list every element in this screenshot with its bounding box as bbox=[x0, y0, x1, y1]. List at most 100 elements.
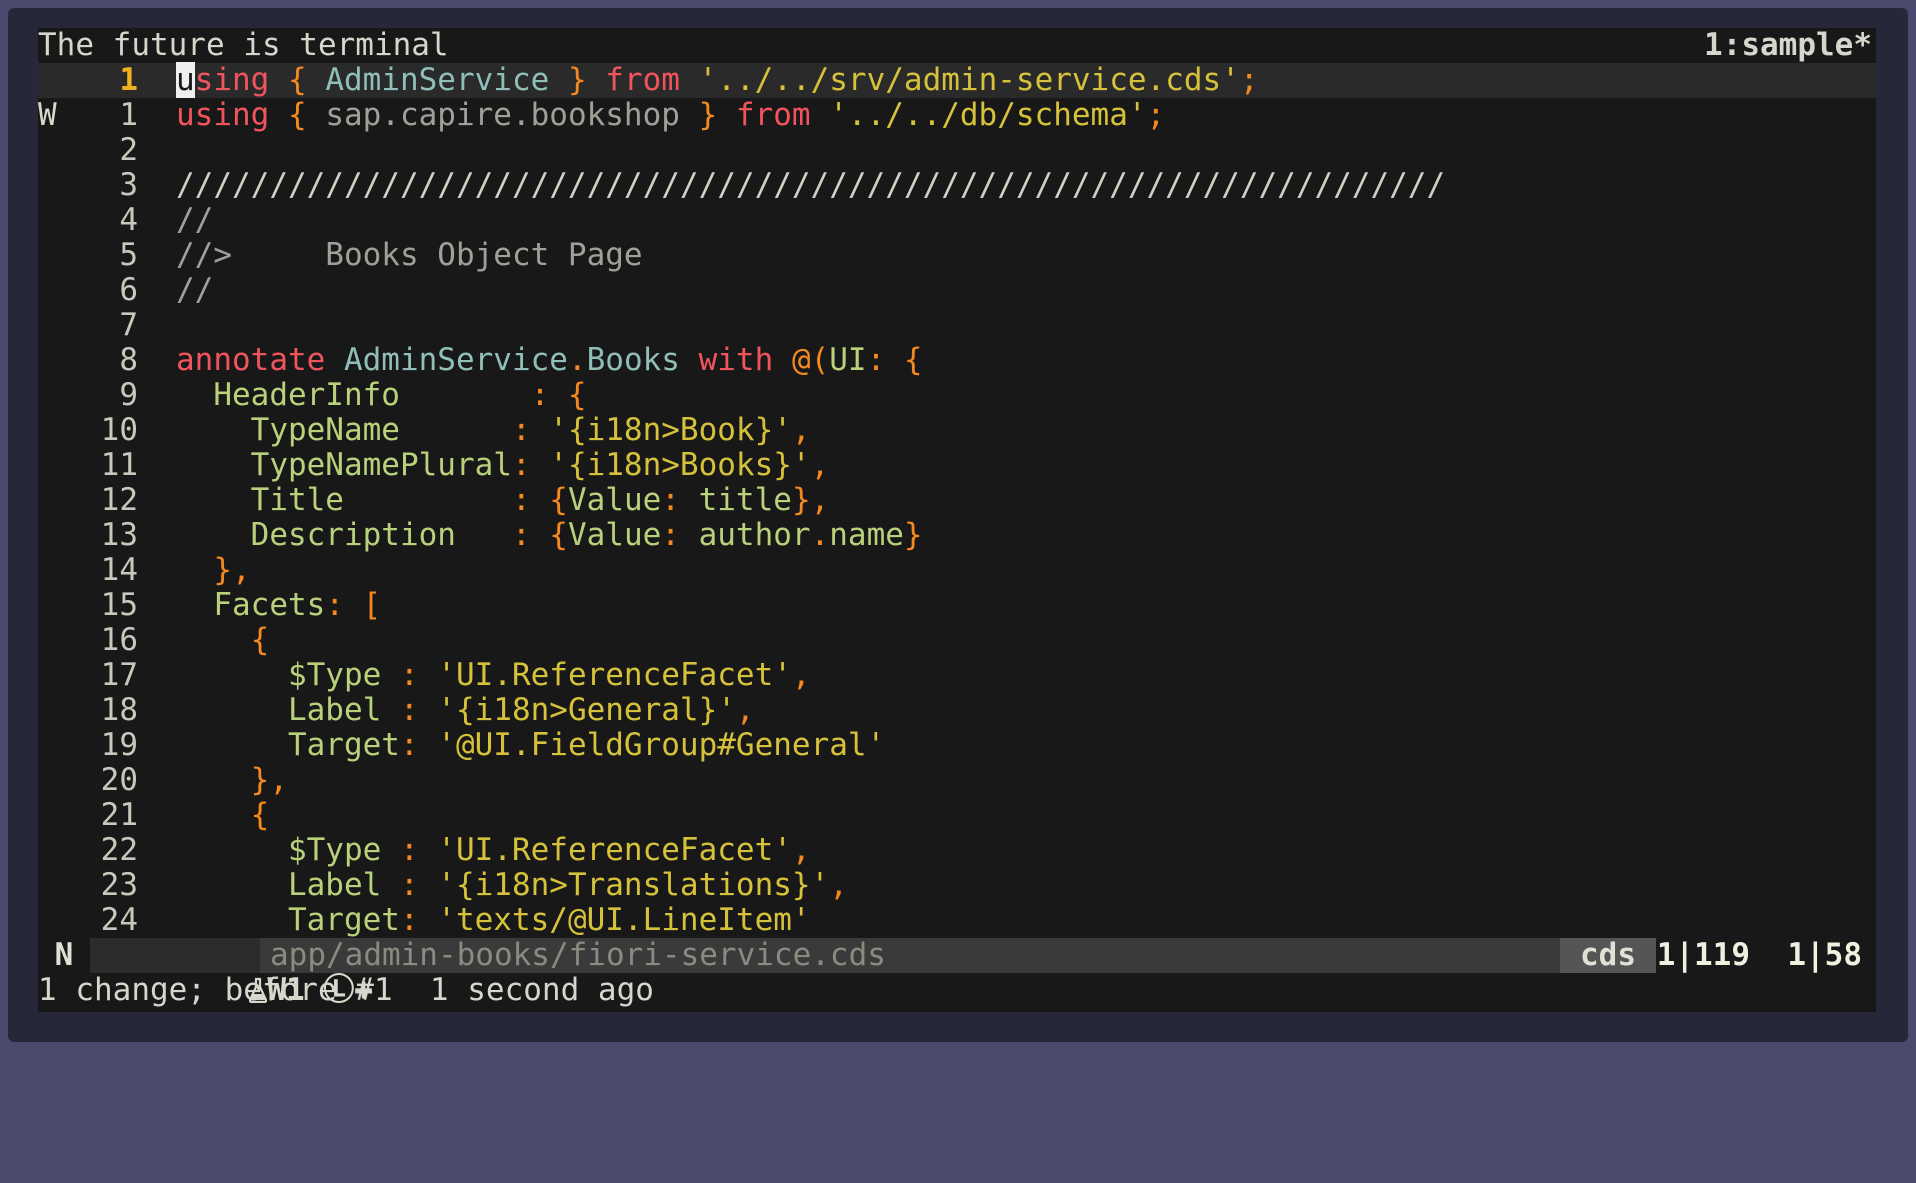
code-text: Facets: [ bbox=[176, 588, 381, 623]
code-text: ////////////////////////////////////////… bbox=[176, 168, 1445, 203]
code-line[interactable]: 3 ///////////////////////////////////////… bbox=[38, 168, 1876, 203]
code-token: . bbox=[810, 517, 830, 553]
line-number: 15 bbox=[100, 587, 138, 623]
line-number: 17 bbox=[100, 657, 138, 693]
code-line[interactable]: 6 // bbox=[38, 273, 1876, 308]
code-line[interactable]: 4 // bbox=[38, 203, 1876, 238]
code-line[interactable]: 8 annotate AdminService.Books with @(UI: … bbox=[38, 343, 1876, 378]
line-number: 12 bbox=[100, 482, 138, 518]
code-token: $Type bbox=[287, 657, 400, 693]
code-line[interactable]: 24 Target: 'texts/@UI.LineItem' bbox=[38, 903, 1876, 938]
code-token: name bbox=[829, 517, 904, 553]
code-token: '{i18n>Translations}' bbox=[437, 867, 830, 903]
code-text: Title : {Value: title}, bbox=[176, 482, 830, 518]
code-token: TypeNamePlural bbox=[250, 447, 512, 483]
code-token: sap.capire.bookshop bbox=[325, 97, 699, 133]
terminal-titlebar: The future is terminal 1:sample* bbox=[38, 28, 1876, 63]
code-token: Description bbox=[250, 517, 512, 553]
code-token: @( bbox=[791, 342, 830, 378]
code-token: ; bbox=[1146, 97, 1166, 133]
code-line[interactable]: 15 Facets: [ bbox=[38, 588, 1876, 623]
code-token: AdminService bbox=[343, 342, 568, 378]
code-line[interactable]: 21 { bbox=[38, 798, 1876, 833]
code-token: , bbox=[791, 412, 811, 448]
code-token: '@UI.FieldGroup#General' bbox=[437, 727, 886, 763]
code-token: '../../srv/admin-service.cds' bbox=[698, 62, 1240, 98]
code-token: : bbox=[399, 727, 438, 763]
code-token: : { bbox=[530, 377, 587, 413]
line-number: 18 bbox=[100, 692, 138, 728]
code-text: Label : '{i18n>General}', bbox=[176, 693, 755, 728]
code-token: , bbox=[829, 867, 848, 903]
code-line[interactable]: 14 }, bbox=[38, 553, 1876, 588]
code-line[interactable]: 10 TypeName : '{i18n>Book}', bbox=[38, 413, 1876, 448]
code-token: }, bbox=[791, 482, 830, 518]
line-number: 10 bbox=[100, 412, 138, 448]
code-text: Target: 'texts/@UI.LineItem' bbox=[176, 903, 811, 938]
code-line[interactable]: 1 using { AdminService } from '../../srv/… bbox=[38, 62, 1876, 98]
code-line[interactable]: 11 TypeNamePlural: '{i18n>Books}', bbox=[38, 448, 1876, 483]
gutter-sign: W bbox=[38, 97, 57, 133]
code-line[interactable]: 23 Label : '{i18n>Translations}', bbox=[38, 868, 1876, 903]
code-text: TypeNamePlural: '{i18n>Books}', bbox=[176, 447, 830, 483]
line-number: 23 bbox=[100, 867, 138, 903]
code-line[interactable]: 5 //> Books Object Page bbox=[38, 238, 1876, 273]
filetype: cds bbox=[1560, 938, 1656, 973]
code-editor[interactable]: 1 using { AdminService } from '../../srv/… bbox=[38, 62, 1876, 938]
code-line[interactable]: 13 Description : {Value: author.name} bbox=[38, 518, 1876, 553]
code-token: Target bbox=[287, 727, 400, 763]
code-token: : bbox=[661, 517, 699, 553]
line-number: 8 bbox=[119, 342, 138, 378]
line-number: 14 bbox=[100, 552, 138, 588]
code-text: Label : '{i18n>Translations}', bbox=[176, 868, 848, 903]
line-number: 4 bbox=[119, 202, 138, 238]
code-line[interactable]: 12 Title : {Value: title}, bbox=[38, 483, 1876, 518]
line-number: 1 bbox=[119, 62, 138, 98]
code-text: { bbox=[176, 797, 270, 833]
code-text: TypeName : '{i18n>Book}', bbox=[176, 413, 811, 448]
session-name[interactable]: 1:sample* bbox=[1704, 28, 1872, 63]
code-token: TypeName bbox=[250, 412, 512, 448]
code-text: // bbox=[176, 203, 213, 238]
code-line[interactable]: 9 HeaderInfo : { bbox=[38, 378, 1876, 413]
code-line[interactable]: 17 $Type : 'UI.ReferenceFacet', bbox=[38, 658, 1876, 693]
code-line[interactable]: 20 }, bbox=[38, 763, 1876, 798]
code-line[interactable]: W 1 using { sap.capire.bookshop } from '..… bbox=[38, 98, 1876, 133]
code-token: 'texts/@UI.LineItem' bbox=[437, 902, 811, 938]
code-token: : { bbox=[866, 342, 923, 378]
code-text: $Type : 'UI.ReferenceFacet', bbox=[176, 833, 811, 868]
terminal[interactable]: The future is terminal 1:sample* 1 using … bbox=[38, 28, 1876, 1012]
code-token: } bbox=[567, 62, 606, 98]
code-text: $Type : 'UI.ReferenceFacet', bbox=[176, 658, 811, 693]
code-token: Label bbox=[287, 867, 400, 903]
code-line[interactable]: 18 Label : '{i18n>General}', bbox=[38, 693, 1876, 728]
code-token: title bbox=[698, 482, 792, 518]
code-line[interactable]: 22 $Type : 'UI.ReferenceFacet', bbox=[38, 833, 1876, 868]
code-token: Target bbox=[287, 902, 400, 938]
code-line[interactable]: 7 bbox=[38, 308, 1876, 343]
code-line[interactable]: 16 { bbox=[38, 623, 1876, 658]
code-token: }, bbox=[213, 552, 251, 588]
code-token: , bbox=[791, 657, 811, 693]
status-flags: W1 Ⓛ+ bbox=[90, 938, 373, 1008]
code-token: using bbox=[176, 97, 288, 133]
code-line[interactable]: 19 Target: '@UI.FieldGroup#General' bbox=[38, 728, 1876, 763]
code-token: : { bbox=[511, 517, 568, 553]
code-token: , bbox=[810, 447, 830, 483]
code-line[interactable]: 2 bbox=[38, 133, 1876, 168]
code-token: , bbox=[735, 692, 755, 728]
code-token: 'UI.ReferenceFacet' bbox=[437, 832, 792, 868]
code-token: : bbox=[661, 482, 699, 518]
code-token: Label bbox=[287, 692, 400, 728]
file-path: app/admin-books/fiori-service.cds bbox=[270, 937, 886, 973]
code-text: Description : {Value: author.name} bbox=[176, 518, 923, 553]
